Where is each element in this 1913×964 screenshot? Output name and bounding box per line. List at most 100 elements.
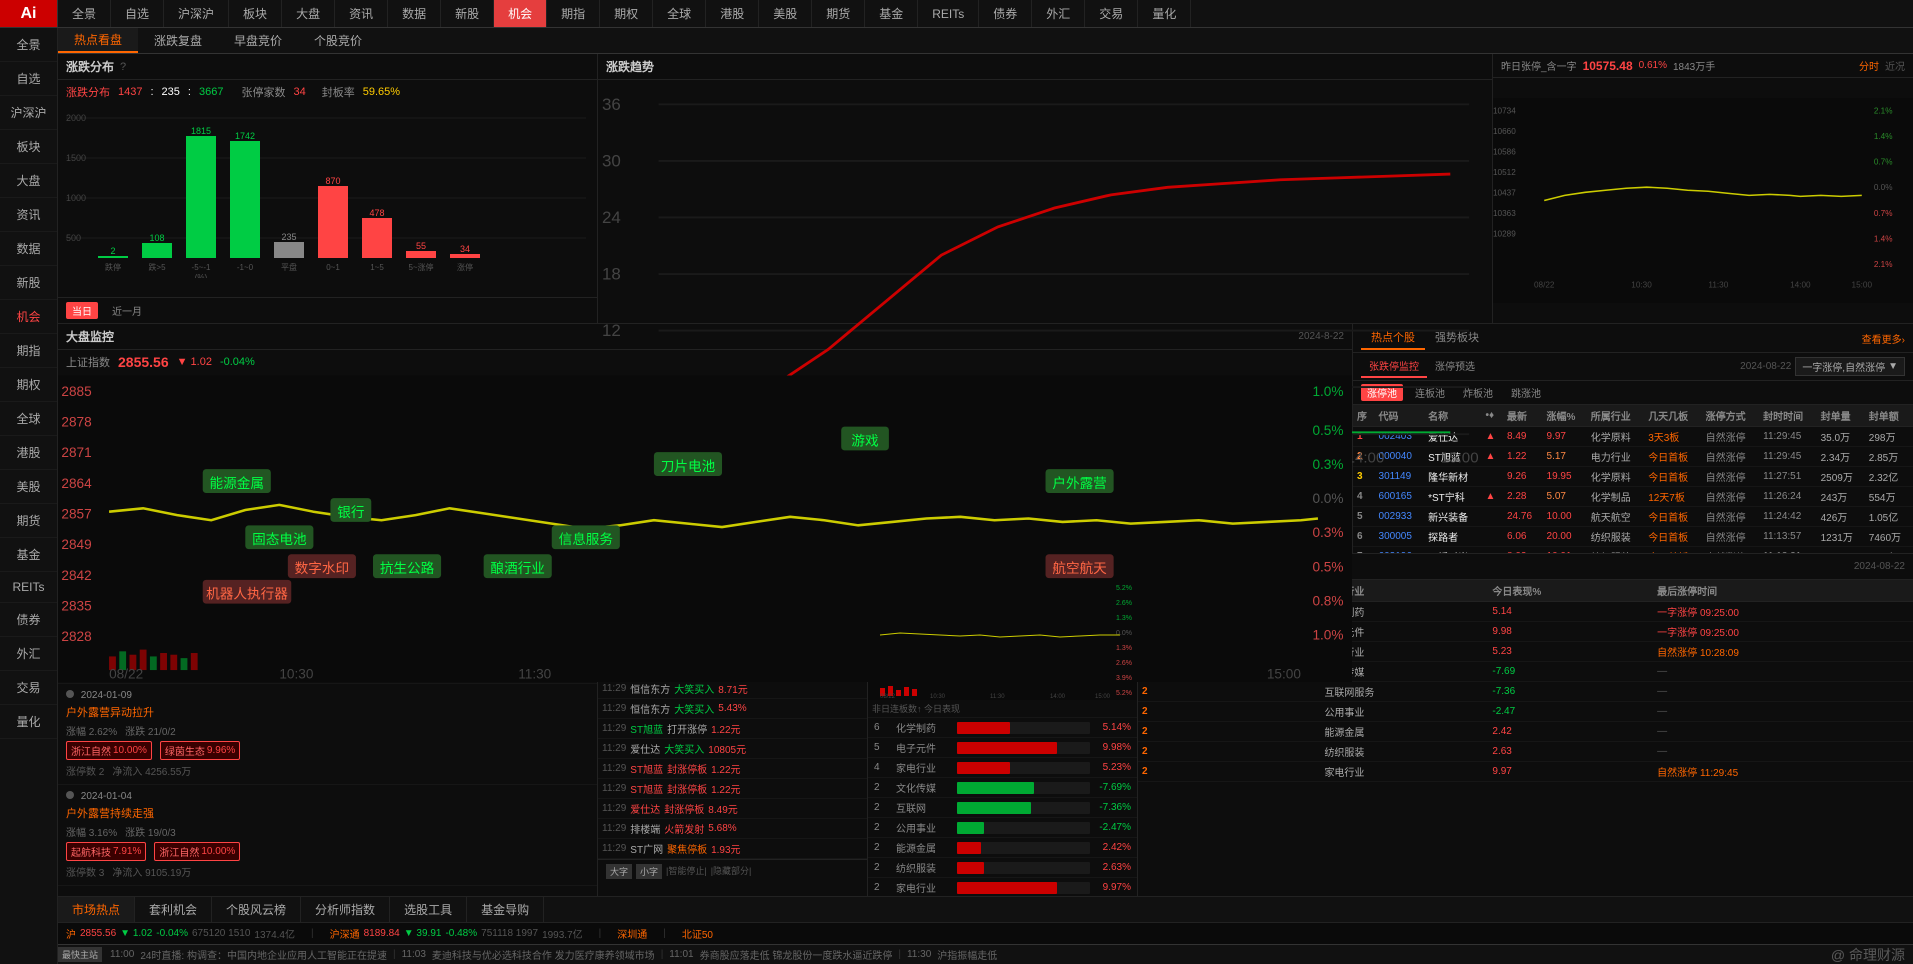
flow-stock-13[interactable]: 火箭发射	[664, 821, 704, 836]
yesterday-tab-jinkuang[interactable]: 近况	[1885, 58, 1905, 73]
nav-tab-meigu[interactable]: 美股	[759, 0, 812, 27]
flow-item-11: 11:29 ST旭蓝 封涨停板 1.22元	[598, 779, 867, 799]
pause-btn[interactable]: |智能停止|	[666, 864, 707, 879]
subtab-review[interactable]: 涨跌复盘	[138, 28, 218, 53]
subtab-hotwatch[interactable]: 热点看盘	[58, 28, 138, 53]
sidebar-ganggu[interactable]: 港股	[0, 436, 57, 470]
nav-tab-dapan[interactable]: 大盘	[282, 0, 335, 27]
sidebar-dapan[interactable]: 大盘	[0, 164, 57, 198]
zd-help-icon[interactable]: ?	[120, 61, 126, 73]
h2-tag-zj[interactable]: 浙江自然 10.00%	[66, 741, 152, 760]
nav-tab-zixun[interactable]: 资讯	[335, 0, 388, 27]
flow-stock-7[interactable]: 大笑买入	[674, 701, 714, 716]
row-board-1: 今日首板	[1644, 447, 1701, 467]
sidebar-lianghua[interactable]: 量化	[0, 705, 57, 739]
sidebar-qihuo[interactable]: 期货	[0, 504, 57, 538]
svg-text:10586: 10586	[1493, 147, 1516, 156]
font-small-btn[interactable]: 小字	[636, 864, 662, 879]
sidebar-jijin[interactable]: 基金	[0, 538, 57, 572]
flow-stock-8[interactable]: 打开涨停	[667, 721, 707, 736]
sector-jdhy2-pct: 9.97%	[1096, 882, 1131, 893]
nav-tab-qihuo[interactable]: 期货	[812, 0, 865, 27]
sector-wh-bar	[957, 782, 1034, 794]
sidebar-shuju[interactable]: 数据	[0, 232, 57, 266]
bottom-tab-analyst[interactable]: 分析师指数	[301, 897, 390, 922]
sector-fzfz-name: 纺织服装	[896, 860, 951, 875]
zd-tab-month[interactable]: 近一月	[106, 302, 148, 319]
flow-stock-12[interactable]: 封涨停板	[664, 801, 704, 816]
font-size-buttons: 大字 小字 |智能停止| |隐藏部分|	[598, 859, 867, 883]
h2-tag-ly[interactable]: 绿茵生态 9.96%	[160, 741, 240, 760]
nav-tab-jiaoyi[interactable]: 交易	[1085, 0, 1138, 27]
h3-tag-zj2[interactable]: 浙江自然 10.00%	[154, 842, 240, 861]
zd-tab-today[interactable]: 当日	[66, 302, 98, 319]
font-large-btn[interactable]: 大字	[606, 864, 632, 879]
nav-tab-reits[interactable]: REITs	[918, 0, 979, 27]
bottom-tab-stock-rank[interactable]: 个股风云榜	[212, 897, 301, 922]
board-table-row-7[interactable]: 2 纺织服装 2.63 —	[1138, 742, 1913, 762]
brow-industry-5: 公用事业	[1320, 702, 1488, 722]
hot-table-row-5[interactable]: 6 300005 探路者 6.06 20.00 纺织服装 今日首板 自然涨停 1…	[1353, 527, 1913, 547]
panels-top: 涨跌分布 ? 涨跌分布 1437 : 235 : 3667 张停家数 34 封板…	[58, 54, 1913, 324]
board-table-row-4[interactable]: 2 互联网服务 -7.36 —	[1138, 682, 1913, 702]
sidebar-quanqiu[interactable]: 全球	[0, 402, 57, 436]
bottom-tab-arbitrage[interactable]: 套利机会	[135, 897, 212, 922]
nav-tab-xinzhu[interactable]: 新股	[441, 0, 494, 27]
board-table-row-5[interactable]: 2 公用事业 -2.47 —	[1138, 702, 1913, 722]
sidebar-jihui[interactable]: 机会	[0, 300, 57, 334]
board-table-row-6[interactable]: 2 能源金属 2.42 —	[1138, 722, 1913, 742]
sidebar-reits[interactable]: REITs	[0, 572, 57, 603]
svg-text:14:00: 14:00	[1790, 281, 1811, 290]
nav-tab-quanjing[interactable]: 全景	[58, 0, 111, 27]
flow-stock-10[interactable]: 封涨停板	[667, 761, 707, 776]
sidebar-hushen[interactable]: 沪深沪	[0, 96, 57, 130]
flow-stock-9[interactable]: 大笑买入	[664, 741, 704, 756]
hide-btn[interactable]: |隐藏部分|	[711, 864, 752, 879]
nav-tab-hushen[interactable]: 沪深沪	[164, 0, 229, 27]
hot-table-row-6[interactable]: 7 603196 日播时尚 8.02 10.01 纺织服装 今日首板 自然涨停 …	[1353, 547, 1913, 554]
nav-tab-bankuai[interactable]: 板块	[229, 0, 282, 27]
col-amount: 封单额	[1865, 405, 1913, 427]
sidebar-zhaiquan[interactable]: 债券	[0, 603, 57, 637]
nav-tab-jihui[interactable]: 机会	[494, 0, 547, 27]
bottom-tab-market[interactable]: 市场热点	[58, 897, 135, 922]
hot-more-btn[interactable]: 查看更多›	[1862, 331, 1905, 346]
bottom-tab-stock-tool[interactable]: 选股工具	[390, 897, 467, 922]
row-board-6: 今日首板	[1644, 547, 1701, 554]
sidebar-meigu[interactable]: 美股	[0, 470, 57, 504]
nav-tab-quanqiu[interactable]: 全球	[653, 0, 706, 27]
board-table-row-8[interactable]: 2 家电行业 9.97 自然涨停 11:29:45	[1138, 762, 1913, 782]
nav-tab-lianghua[interactable]: 量化	[1138, 0, 1191, 27]
nav-tab-qizhi[interactable]: 期指	[547, 0, 600, 27]
nav-tab-ganggu[interactable]: 港股	[706, 0, 759, 27]
sidebar-waihui[interactable]: 外汇	[0, 637, 57, 671]
nav-tab-zixuan[interactable]: 自选	[111, 0, 164, 27]
sidebar-bankuai[interactable]: 板块	[0, 130, 57, 164]
yesterday-tab-fens[interactable]: 分时	[1859, 58, 1879, 73]
sidebar-qizhi[interactable]: 期指	[0, 334, 57, 368]
nav-tab-waihui[interactable]: 外汇	[1032, 0, 1085, 27]
sidebar-jiaoyi[interactable]: 交易	[0, 671, 57, 705]
nav-tab-jijin[interactable]: 基金	[865, 0, 918, 27]
nav-tab-zhaiquan[interactable]: 债券	[979, 0, 1032, 27]
sidebar-zixuan[interactable]: 自选	[0, 62, 57, 96]
nav-tab-qiquan[interactable]: 期权	[600, 0, 653, 27]
bottom-tab-fund[interactable]: 基金导购	[467, 897, 544, 922]
sidebar-quanjing[interactable]: 全景	[0, 28, 57, 62]
hot-dropdown[interactable]: 一字涨停,自然涨停 ▼	[1795, 357, 1905, 376]
subtab-earlyauction[interactable]: 早盘竞价	[218, 28, 298, 53]
h2-rise: 涨幅 2.62%	[66, 723, 117, 738]
flow-stock-14[interactable]: 聚焦停板	[667, 841, 707, 856]
subtab-stockauction[interactable]: 个股竞价	[298, 28, 378, 53]
h3-tag-qh[interactable]: 起航科技 7.91%	[66, 842, 146, 861]
trend-header: 涨跌趋势	[598, 54, 1492, 80]
nav-tab-shuju[interactable]: 数据	[388, 0, 441, 27]
flow-stock-11[interactable]: 封涨停板	[667, 781, 707, 796]
hot-table-row-4[interactable]: 5 002933 新兴装备 24.76 10.00 航天航空 今日首板 自然涨停…	[1353, 507, 1913, 527]
sidebar-qiquan[interactable]: 期权	[0, 368, 57, 402]
sidebar-zixun[interactable]: 资讯	[0, 198, 57, 232]
pool-tab-jump[interactable]: 跳涨池	[1505, 384, 1547, 401]
sidebar-xinzhu[interactable]: 新股	[0, 266, 57, 300]
svg-text:2.1%: 2.1%	[1874, 106, 1893, 115]
row-pct-2: 19.95	[1543, 467, 1587, 487]
